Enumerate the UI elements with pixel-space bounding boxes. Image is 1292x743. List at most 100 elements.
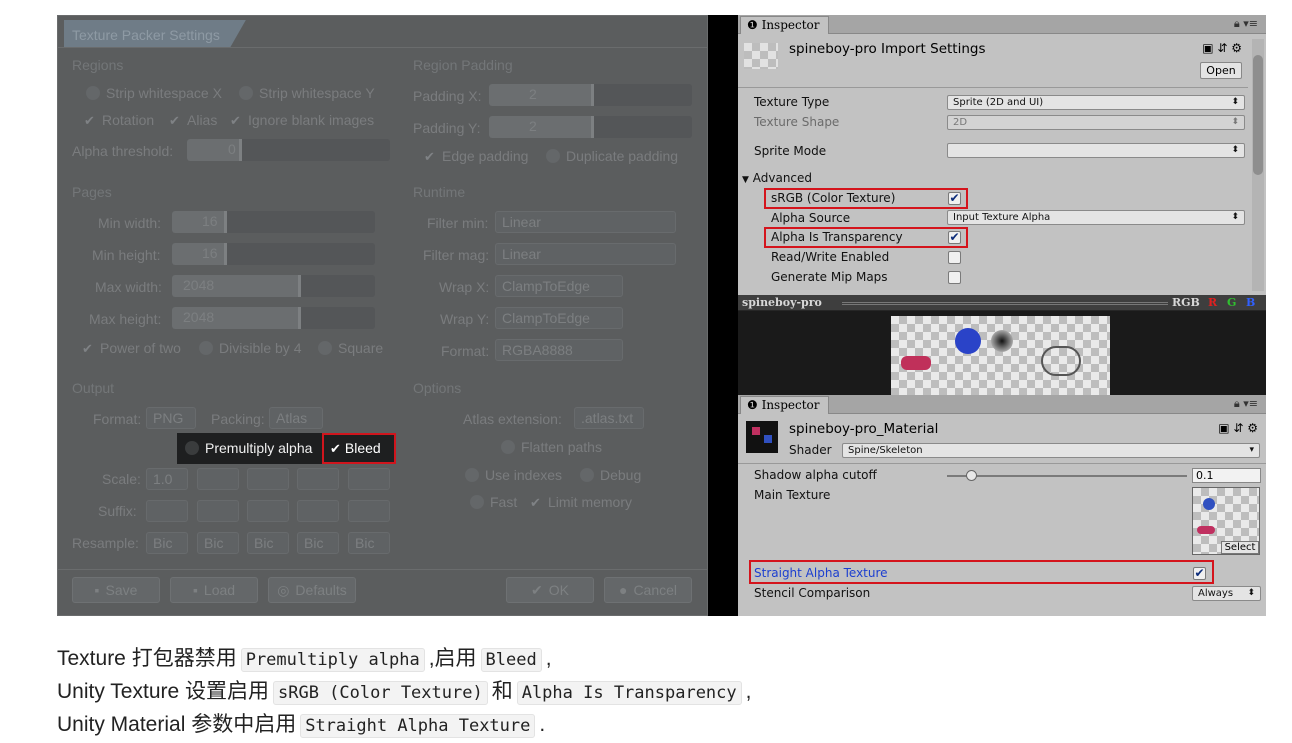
advanced-foldout[interactable]: ▼ Advanced [742, 171, 812, 185]
read-write-checkbox[interactable] [948, 251, 961, 264]
scale-input-1[interactable]: 1.0 [146, 468, 188, 490]
min-height-slider[interactable]: 16 [172, 243, 375, 265]
suffix-input-2[interactable] [197, 500, 239, 522]
ignore-blank-images-checkbox[interactable]: ✔ Ignore blank images [230, 112, 374, 129]
code-srgb: sRGB (Color Texture) [273, 681, 488, 705]
filter-min-select[interactable]: Linear [495, 211, 676, 233]
power-of-two-checkbox[interactable]: ✔ Power of two [82, 340, 181, 357]
srgb-checkbox[interactable]: ✔ [948, 192, 961, 205]
preview-drag-handle[interactable] [842, 302, 1168, 305]
mipmaps-checkbox[interactable] [948, 271, 961, 284]
padding-x-slider[interactable]: 2 [489, 84, 692, 106]
filter-mag-select[interactable]: Linear [495, 243, 676, 265]
shadow-cutoff-input[interactable]: 0.1 [1192, 468, 1261, 483]
min-width-slider[interactable]: 16 [172, 211, 375, 233]
suffix-input-4[interactable] [297, 500, 339, 522]
tab-divider [58, 47, 707, 48]
divisible-by-4-checkbox[interactable]: Divisible by 4 [199, 340, 301, 356]
output-format-select[interactable]: PNG [146, 407, 196, 429]
lock-icon[interactable]: 🔒︎ ▾≡ [1234, 17, 1258, 31]
resample-select-5[interactable]: Bic [348, 532, 390, 554]
region-padding-heading: Region Padding [413, 57, 513, 73]
tab-texture-packer-settings[interactable]: Texture Packer Settings [64, 20, 246, 48]
srgb-label: sRGB (Color Texture) [771, 191, 896, 205]
resample-select-4[interactable]: Bic [297, 532, 339, 554]
use-indexes-checkbox[interactable]: Use indexes [465, 467, 562, 483]
channel-r[interactable]: R [1208, 295, 1217, 310]
square-checkbox[interactable]: Square [318, 340, 383, 356]
filter-min-label: Filter min: [427, 215, 489, 231]
material-actions-icons[interactable]: ▣ ⇵ ⚙ [1218, 421, 1258, 435]
load-button[interactable]: ▪ Load [170, 577, 258, 603]
scale-input-4[interactable] [297, 468, 339, 490]
wrap-x-label: Wrap X: [439, 279, 490, 295]
scrollbar-thumb[interactable] [1253, 55, 1263, 175]
foldout-arrow-icon: ▼ [742, 175, 749, 185]
texture-type-dropdown[interactable]: Sprite (2D and UI) ⬍ [947, 95, 1245, 110]
ok-check-icon: ✔ [531, 582, 543, 598]
output-heading: Output [72, 380, 115, 396]
alias-checkbox[interactable]: ✔ Alias [169, 112, 217, 129]
atlas-extension-input[interactable]: .atlas.txt [574, 407, 644, 429]
duplicate-padding-checkbox[interactable]: Duplicate padding [546, 148, 678, 164]
resample-select-3[interactable]: Bic [247, 532, 289, 554]
cancel-button[interactable]: ● Cancel [604, 577, 692, 603]
wrap-x-select[interactable]: ClampToEdge [495, 275, 623, 297]
bleed-checkbox[interactable]: ✔ Bleed [322, 433, 396, 464]
sprite-mode-dropdown[interactable]: ⬍ [947, 143, 1245, 158]
main-texture-slot[interactable]: Select [1192, 487, 1260, 555]
runtime-heading: Runtime [413, 184, 466, 200]
limit-memory-checkbox[interactable]: ✔ Limit memory [530, 494, 632, 511]
suffix-input-5[interactable] [348, 500, 390, 522]
tab-inspector[interactable]: ❶ Inspector [740, 16, 829, 34]
caption-line-2: Unity Texture 设置启用 sRGB (Color Texture) 和 A… [57, 680, 752, 705]
open-button[interactable]: Open [1200, 62, 1242, 79]
material-lock-icon[interactable]: 🔒︎ ▾≡ [1234, 397, 1258, 411]
fast-checkbox[interactable]: Fast [470, 494, 517, 510]
scale-input-5[interactable] [348, 468, 390, 490]
scale-input-2[interactable] [197, 468, 239, 490]
channel-rgb[interactable]: RGB [1172, 295, 1200, 310]
alpha-source-dropdown[interactable]: Input Texture Alpha ⬍ [947, 210, 1245, 225]
flatten-paths-checkbox[interactable]: Flatten paths [501, 439, 602, 455]
scrollbar-track[interactable] [1252, 39, 1264, 291]
shadow-cutoff-slider-thumb[interactable] [966, 470, 977, 481]
main-texture-label: Main Texture [754, 488, 831, 502]
header-actions-icons[interactable]: ▣ ⇵ ⚙ [1202, 41, 1242, 55]
select-texture-button[interactable]: Select [1221, 541, 1259, 554]
debug-checkbox[interactable]: Debug [580, 467, 641, 483]
strip-whitespace-x-checkbox[interactable]: Strip whitespace X [86, 85, 222, 101]
straight-alpha-checkbox[interactable]: ✔ [1193, 567, 1206, 580]
runtime-format-select[interactable]: RGBA8888 [495, 339, 623, 361]
texture-type-label: Texture Type [754, 95, 830, 109]
alpha-threshold-slider[interactable]: 0 [187, 139, 390, 161]
tab-material-inspector[interactable]: ❶ Inspector [740, 396, 829, 414]
ok-button[interactable]: ✔ OK [506, 577, 594, 603]
options-heading: Options [413, 380, 462, 396]
padding-y-slider[interactable]: 2 [489, 116, 692, 138]
suffix-input-3[interactable] [247, 500, 289, 522]
runtime-format-label: Format: [441, 343, 490, 359]
stencil-comparison-dropdown[interactable]: Always ⬍ [1192, 586, 1261, 601]
strip-whitespace-y-checkbox[interactable]: Strip whitespace Y [239, 85, 375, 101]
packing-select[interactable]: Atlas [269, 407, 323, 429]
alpha-is-transparency-checkbox[interactable]: ✔ [948, 231, 961, 244]
scale-input-3[interactable] [247, 468, 289, 490]
channel-b[interactable]: B [1246, 295, 1255, 310]
rotation-checkbox[interactable]: ✔ Rotation [84, 112, 154, 129]
shadow-cutoff-slider[interactable] [947, 470, 1187, 481]
save-button[interactable]: ▪ Save [72, 577, 160, 603]
wrap-y-select[interactable]: ClampToEdge [495, 307, 623, 329]
material-info-icon: ❶ [747, 398, 762, 412]
edge-padding-checkbox[interactable]: ✔ Edge padding [424, 148, 528, 165]
defaults-button[interactable]: ◎ Defaults [268, 577, 356, 603]
shader-dropdown[interactable]: Spine/Skeleton ▾ [842, 443, 1260, 458]
texture-atlas-preview [891, 316, 1110, 400]
resample-select-1[interactable]: Bic [146, 532, 188, 554]
resample-select-2[interactable]: Bic [197, 532, 239, 554]
max-width-slider[interactable]: 2048 [172, 275, 375, 297]
max-height-slider[interactable]: 2048 [172, 307, 375, 329]
suffix-input-1[interactable] [146, 500, 188, 522]
channel-g[interactable]: G [1227, 295, 1236, 310]
caption-line-3: Unity Material 参数中启用 Straight Alpha Textu… [57, 713, 546, 738]
